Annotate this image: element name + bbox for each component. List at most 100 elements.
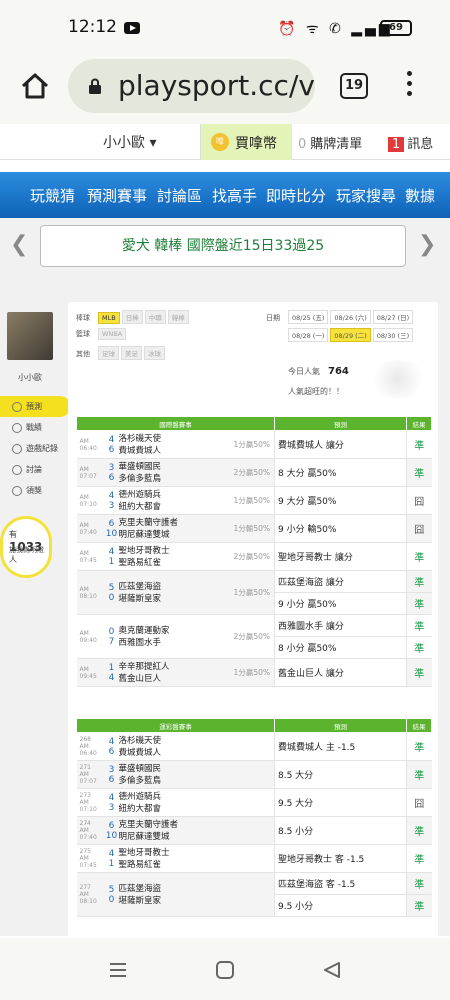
filter-chip[interactable]: 韓棒: [167, 310, 189, 324]
prediction-cell: 8.5 小分: [274, 816, 407, 845]
result-badge: 準: [406, 894, 432, 917]
nav-item-experts[interactable]: 找高手: [212, 185, 257, 206]
result-badge: 準: [406, 458, 432, 487]
prediction-cell: 舊金山巨人 讓分: [274, 658, 407, 687]
table-row: 273 AM 07:10 4 3 德州遊騎兵 紐約大都會 9.5 大分囧: [76, 788, 432, 817]
table-row: AM 07:10 4 3 德州遊騎兵 紐約大都會 1分贏50% 9 大分 贏50% 囧: [76, 486, 432, 515]
game-time: 274 AM 07:40: [76, 816, 105, 845]
spread: [228, 760, 275, 789]
nav-item-predict[interactable]: 預測賽事: [87, 185, 147, 206]
game-number: 268: [79, 736, 91, 743]
date-chip[interactable]: 08/25 (五): [288, 310, 329, 324]
spread: 1分贏50%: [228, 658, 275, 687]
game-number: 277: [79, 884, 91, 891]
date-chip[interactable]: 08/28 (一): [288, 328, 329, 342]
nav-item-livescore[interactable]: 即時比分: [266, 185, 326, 206]
date-chip[interactable]: 08/29 (二): [330, 328, 371, 342]
teams[interactable]: 聖地牙哥教士 聖路易紅雀: [118, 844, 229, 873]
home-icon[interactable]: [20, 71, 50, 101]
url-field[interactable]: playsport.cc/v: [68, 59, 315, 113]
date-chip[interactable]: 08/30 (三): [372, 328, 414, 342]
nav-item-data[interactable]: 數據: [405, 185, 435, 206]
teams[interactable]: 辛辛那提紅人 舊金山巨人: [118, 658, 229, 687]
nav-item-forum[interactable]: 討論區: [157, 185, 202, 206]
avatar[interactable]: [7, 312, 53, 360]
filter-chip[interactable]: MLB: [98, 312, 120, 324]
teams[interactable]: 洛杉磯天使 費城費城人: [118, 430, 229, 459]
status-bar: 12:12 ⏰ ᯤ ✆ ▂▄▆ 69: [0, 0, 450, 58]
filter-chip[interactable]: 足球: [98, 346, 119, 360]
score: 43: [104, 788, 119, 817]
popularity-value: 764: [328, 366, 349, 377]
game-time: 268 AM 06:40: [76, 732, 105, 761]
teams[interactable]: 洛杉磯天使 費城費城人: [118, 732, 229, 761]
result-badge: 囧: [406, 788, 432, 817]
teams[interactable]: 奧克蘭運動家 西雅圖水手: [118, 614, 229, 659]
sidebar-item-game-log[interactable]: 遊戲紀錄: [0, 438, 70, 459]
tab-switcher-button[interactable]: 19: [340, 73, 368, 99]
cart-count: 0: [298, 137, 307, 152]
teams[interactable]: 克里夫蘭守護者 明尼蘇達雙城: [118, 816, 229, 845]
back-icon[interactable]: [322, 960, 342, 980]
follow-bulb-button[interactable]: 有 1033 人 加我為明燈: [0, 516, 52, 578]
teams[interactable]: 德州遊騎兵 紐約大都會: [118, 788, 229, 817]
filter-chip[interactable]: 中職: [144, 310, 166, 324]
teams[interactable]: 克里夫蘭守護者 明尼蘇達雙城: [118, 514, 229, 543]
user-menu[interactable]: 小小歐 ▾: [103, 132, 156, 152]
table-row: AM 06:40 4 6 洛杉磯天使 費城費城人 1分贏50% 費城費城人 讓分準: [76, 430, 432, 459]
decorative-illustration: [368, 360, 428, 398]
date-chip[interactable]: 08/26 (六): [330, 310, 371, 324]
prediction-cell: 8 大分 贏50%: [274, 458, 407, 487]
prediction-cell: 西雅圖水手 讓分: [274, 614, 407, 637]
game-time: AM 06:40: [76, 430, 105, 459]
teams[interactable]: 匹茲堡海盜 堪薩斯皇家: [118, 570, 229, 615]
spread: [228, 788, 275, 817]
sidebar-item-record[interactable]: 戰績: [0, 417, 70, 438]
status-time: 12:12: [68, 17, 117, 37]
teams[interactable]: 聖地牙哥教士 聖路易紅雀: [118, 542, 229, 571]
sport-filters: 棒球 MLB 日棒 中職 韓棒 籃球 WNBA 其他 足球 美足 冰球: [76, 310, 256, 370]
intl-prediction-table: 國際盤賽事 預測 結果 AM 06:40 4 6 洛杉磯天使 費城費城人 1分贏50% 費城費城…: [76, 416, 432, 687]
spread: [228, 816, 275, 845]
score: 41: [104, 844, 119, 873]
game-time: AM 09:40: [76, 614, 105, 659]
teams[interactable]: 華盛頓國民 多倫多藍鳥: [118, 760, 229, 789]
game-time: 277 AM 08:10: [76, 872, 105, 917]
chevron-left-icon[interactable]: ❮: [10, 232, 28, 257]
sidebar-item-predict[interactable]: 預測: [0, 396, 70, 417]
date-chip[interactable]: 08/27 (日): [372, 310, 414, 324]
teams[interactable]: 匹茲堡海盜 堪薩斯皇家: [118, 872, 229, 917]
teams[interactable]: 華盛頓國民 多倫多藍鳥: [118, 458, 229, 487]
filter-chip[interactable]: WNBA: [98, 328, 127, 340]
result-badge: 準: [406, 732, 432, 761]
nav-item-player-search[interactable]: 玩家搜尋: [336, 185, 396, 206]
spread: 1分輸50%: [228, 514, 275, 543]
game-time: 275 AM 07:45: [76, 844, 105, 873]
marquee-text[interactable]: 愛犬 韓棒 國際盤近15日33過25: [40, 225, 406, 267]
result-badge: 準: [406, 636, 432, 659]
result-badge: 準: [406, 844, 432, 873]
nav-item-quiz[interactable]: 玩競猜: [30, 185, 75, 206]
chevron-right-icon[interactable]: ❯: [418, 232, 436, 257]
col-header: 預測: [274, 718, 407, 733]
recents-icon[interactable]: [108, 960, 128, 980]
home-nav-icon[interactable]: [215, 960, 235, 980]
prediction-cell: 9.5 小分: [274, 894, 407, 917]
cart-link[interactable]: 0 購牌清單: [298, 133, 362, 152]
buy-coin-button[interactable]: 嗱 買嗱幣: [200, 124, 292, 160]
sidebar-item-discuss[interactable]: 討論: [0, 459, 70, 480]
game-time: 273 AM 07:10: [76, 788, 105, 817]
message-count: 1: [388, 137, 405, 152]
table-row: 275 AM 07:45 4 1 聖地牙哥教士 聖路易紅雀 聖地牙哥教士 客 -1.5 準: [76, 844, 432, 873]
result-badge: 準: [406, 760, 432, 789]
filter-chip[interactable]: 日棒: [121, 310, 143, 324]
spread: 1分贏50%: [228, 486, 275, 515]
sidebar-item-award[interactable]: 領獎: [0, 480, 70, 501]
message-link[interactable]: 1 訊息: [388, 133, 433, 152]
filter-chip[interactable]: 冰球: [144, 346, 165, 360]
teams[interactable]: 德州遊騎兵 紐約大都會: [118, 486, 229, 515]
spread: 1分贏50%: [228, 570, 275, 615]
date-picker: 日期 08/25 (五) 08/26 (六) 08/27 (日) 08/28 (一) 0…: [266, 310, 434, 346]
filter-chip[interactable]: 美足: [121, 346, 142, 360]
menu-kebab-icon[interactable]: [404, 71, 414, 101]
